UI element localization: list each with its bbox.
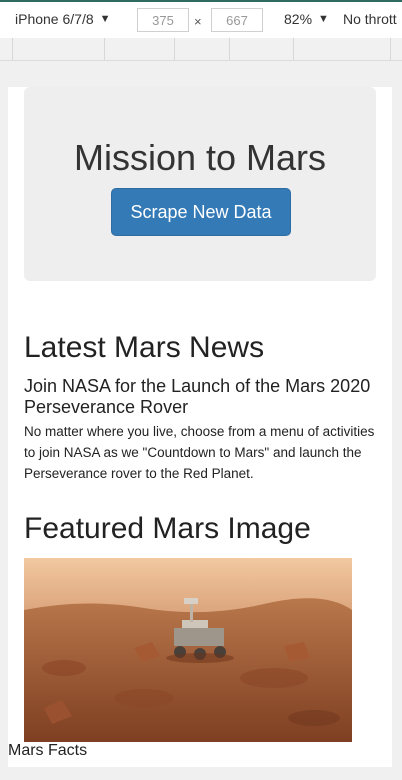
ruler-divider: [104, 38, 105, 60]
width-input[interactable]: [137, 8, 189, 32]
times-icon: ×: [194, 14, 202, 29]
device-dropdown[interactable]: iPhone 6/7/8 ▼: [15, 11, 111, 27]
ruler-divider: [390, 38, 391, 60]
media-query-ruler: [0, 38, 402, 61]
ruler-divider: [12, 38, 13, 60]
device-toolbar: iPhone 6/7/8 ▼ × 82% ▼ No thrott: [0, 0, 402, 38]
news-headline: Join NASA for the Launch of the Mars 202…: [24, 376, 371, 417]
zoom-label: 82%: [284, 11, 313, 27]
chevron-down-icon: ▼: [318, 13, 329, 25]
zoom-dropdown[interactable]: 82% ▼: [284, 11, 329, 27]
news-section-title: Latest Mars News: [24, 331, 265, 364]
device-label: iPhone 6/7/8: [15, 11, 94, 27]
scrape-button[interactable]: Scrape New Data: [111, 188, 291, 236]
news-teaser: No matter where you live, choose from a …: [24, 424, 375, 481]
mars-landscape-image: [24, 558, 352, 742]
device-viewport: Mission to Mars Scrape New Data Latest M…: [8, 87, 392, 767]
jumbotron: Mission to Mars Scrape New Data: [24, 87, 376, 281]
ruler-divider: [293, 38, 294, 60]
featured-section-title: Featured Mars Image: [24, 512, 311, 545]
throttle-label: No thrott: [343, 11, 397, 27]
throttle-dropdown[interactable]: No thrott: [343, 11, 397, 27]
ruler-divider: [174, 38, 175, 60]
height-input[interactable]: [211, 8, 263, 32]
chevron-down-icon: ▼: [99, 13, 111, 25]
page-title: Mission to Mars: [73, 137, 327, 178]
featured-mars-image: [24, 558, 352, 742]
ruler-divider: [229, 38, 230, 60]
mars-facts-title: Mars Facts: [8, 742, 88, 759]
